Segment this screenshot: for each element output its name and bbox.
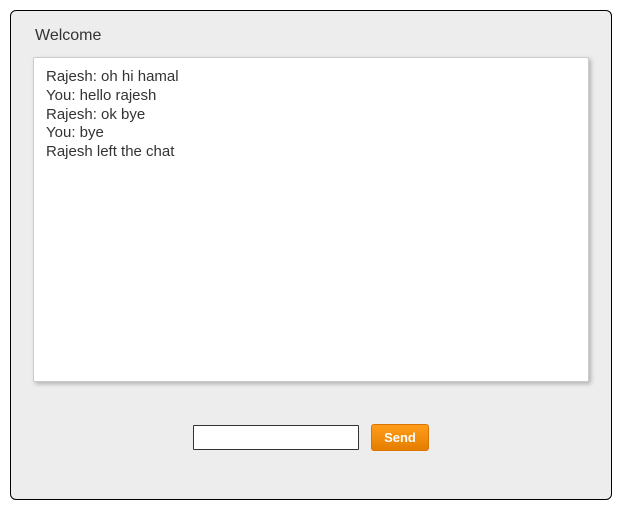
chat-message: Rajesh: ok bye (46, 106, 576, 125)
chat-log[interactable]: Rajesh: oh hi hamal You: hello rajesh Ra… (33, 57, 589, 382)
message-input[interactable] (193, 425, 359, 450)
chat-message: Rajesh: oh hi hamal (46, 68, 576, 87)
chat-message: You: bye (46, 124, 576, 143)
chat-window: Welcome Rajesh: oh hi hamal You: hello r… (10, 10, 612, 500)
message-input-row: Send (33, 424, 589, 451)
send-button[interactable]: Send (371, 424, 429, 451)
chat-message: You: hello rajesh (46, 87, 576, 106)
chat-message: Rajesh left the chat (46, 143, 576, 162)
welcome-label: Welcome (35, 27, 587, 45)
